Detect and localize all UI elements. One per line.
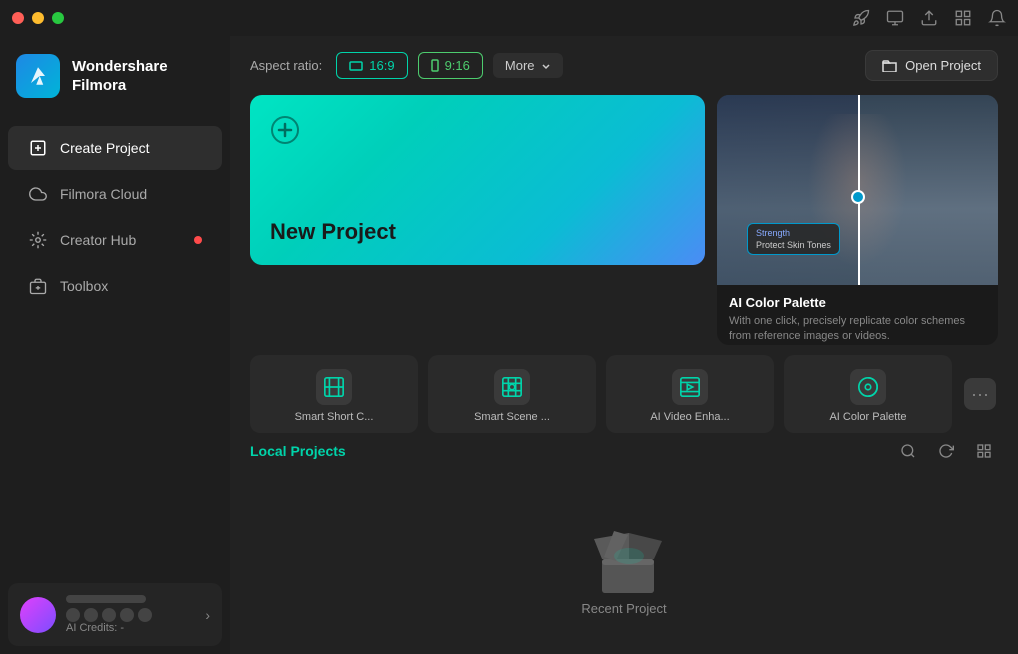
protect-skin-label: Protect Skin Tones	[756, 240, 831, 250]
sidebar: Wondershare Filmora Create Project	[0, 36, 230, 654]
grid-view-button[interactable]	[970, 437, 998, 465]
ai-tool-smart-scene[interactable]: Smart Scene ...	[428, 355, 596, 433]
video-enhance-icon	[672, 369, 708, 405]
user-info: AI Credits: -	[66, 595, 195, 634]
ai-tool-color-palette[interactable]: AI Color Palette	[784, 355, 952, 433]
sidebar-item-label-toolbox: Toolbox	[60, 278, 108, 294]
empty-state: Recent Project	[230, 473, 1018, 654]
ai-tool-label-0: Smart Short C...	[260, 411, 408, 423]
title-bar-icons	[852, 9, 1006, 27]
section-actions	[894, 437, 998, 465]
credit-dot-1	[66, 608, 80, 622]
local-projects-header: Local Projects	[230, 433, 1018, 473]
credit-dot-5	[138, 608, 152, 622]
toolbar: Aspect ratio: 16:9 9:16 More	[230, 36, 1018, 95]
ai-tool-label-3: AI Color Palette	[794, 411, 942, 423]
feature-info: AI Color Palette With one click, precise…	[717, 285, 998, 345]
skin-tones-ui-box: Strength Protect Skin Tones	[747, 223, 840, 255]
maximize-button[interactable]	[52, 12, 64, 24]
more-tools-area: ···	[962, 363, 998, 425]
sidebar-item-label-cloud: Filmora Cloud	[60, 186, 147, 202]
title-bar	[0, 0, 1018, 36]
ai-tool-label-1: Smart Scene ...	[438, 411, 586, 423]
new-project-card[interactable]: New Project	[250, 95, 705, 265]
create-project-icon	[28, 138, 48, 158]
aspect-16-9-button[interactable]: 16:9	[336, 52, 407, 79]
feature-image: Strength Protect Skin Tones	[717, 95, 998, 285]
user-credits-text: AI Credits: -	[66, 622, 195, 634]
more-button[interactable]: More	[493, 53, 563, 78]
user-credits-icons	[66, 608, 195, 622]
user-avatar	[20, 597, 56, 633]
creator-hub-icon	[28, 230, 48, 250]
sidebar-nav: Create Project Filmora Cloud Creator	[0, 116, 230, 575]
search-button[interactable]	[894, 437, 922, 465]
refresh-button[interactable]	[932, 437, 960, 465]
user-profile-bar[interactable]: AI Credits: - ›	[8, 583, 222, 646]
feature-card: Strength Protect Skin Tones AI Color Pal…	[717, 95, 998, 345]
app-body: Wondershare Filmora Create Project	[0, 36, 1018, 654]
credit-dot-2	[84, 608, 98, 622]
sidebar-item-creator-hub[interactable]: Creator Hub	[8, 218, 222, 262]
ai-tools-row: Smart Short C... Smart Scene ...	[230, 345, 1018, 433]
hero-area: New Project Stre	[230, 95, 1018, 345]
credit-dot-3	[102, 608, 116, 622]
ai-tool-smart-short-clip[interactable]: Smart Short C...	[250, 355, 418, 433]
toolbox-icon	[28, 276, 48, 296]
open-project-button[interactable]: Open Project	[865, 50, 998, 81]
ai-tool-label-2: AI Video Enha...	[616, 411, 764, 423]
credit-dot-4	[120, 608, 134, 622]
empty-state-label: Recent Project	[581, 601, 666, 616]
user-name-placeholder	[66, 595, 146, 603]
smart-scene-icon	[494, 369, 530, 405]
app-name: Wondershare Filmora	[72, 57, 214, 96]
sidebar-item-toolbox[interactable]: Toolbox	[8, 264, 222, 308]
empty-box-illustration	[584, 511, 664, 591]
box-svg	[584, 511, 674, 601]
aspect-9-16-button[interactable]: 9:16	[418, 52, 483, 79]
close-button[interactable]	[12, 12, 24, 24]
sidebar-item-filmora-cloud[interactable]: Filmora Cloud	[8, 172, 222, 216]
notification-dot	[194, 236, 202, 244]
cloud-icon	[28, 184, 48, 204]
sidebar-item-label-create: Create Project	[60, 140, 149, 156]
app-logo-icon	[16, 54, 60, 98]
sidebar-logo: Wondershare Filmora	[0, 36, 230, 116]
apps-icon[interactable]	[954, 9, 972, 27]
strength-label: Strength	[756, 228, 831, 238]
new-project-title: New Project	[270, 219, 685, 245]
more-tools-button[interactable]: ···	[964, 378, 996, 410]
feature-description: With one click, precisely replicate colo…	[729, 314, 986, 345]
local-projects-title: Local Projects	[250, 443, 346, 459]
new-project-plus-icon	[270, 115, 300, 152]
feature-title: AI Color Palette	[729, 295, 986, 310]
sidebar-item-create-project[interactable]: Create Project	[8, 126, 222, 170]
smart-short-clip-icon	[316, 369, 352, 405]
user-forward-icon[interactable]: ›	[205, 607, 210, 623]
sidebar-item-label-creator: Creator Hub	[60, 232, 136, 248]
color-palette-icon	[850, 369, 886, 405]
rocket-icon[interactable]	[852, 9, 870, 27]
monitor-icon[interactable]	[886, 9, 904, 27]
aspect-ratio-label: Aspect ratio:	[250, 58, 322, 73]
ai-tool-video-enhance[interactable]: AI Video Enha...	[606, 355, 774, 433]
upload-icon[interactable]	[920, 9, 938, 27]
main-content: Aspect ratio: 16:9 9:16 More	[230, 36, 1018, 654]
minimize-button[interactable]	[32, 12, 44, 24]
bell-icon[interactable]	[988, 9, 1006, 27]
split-circle-handle	[851, 190, 865, 204]
